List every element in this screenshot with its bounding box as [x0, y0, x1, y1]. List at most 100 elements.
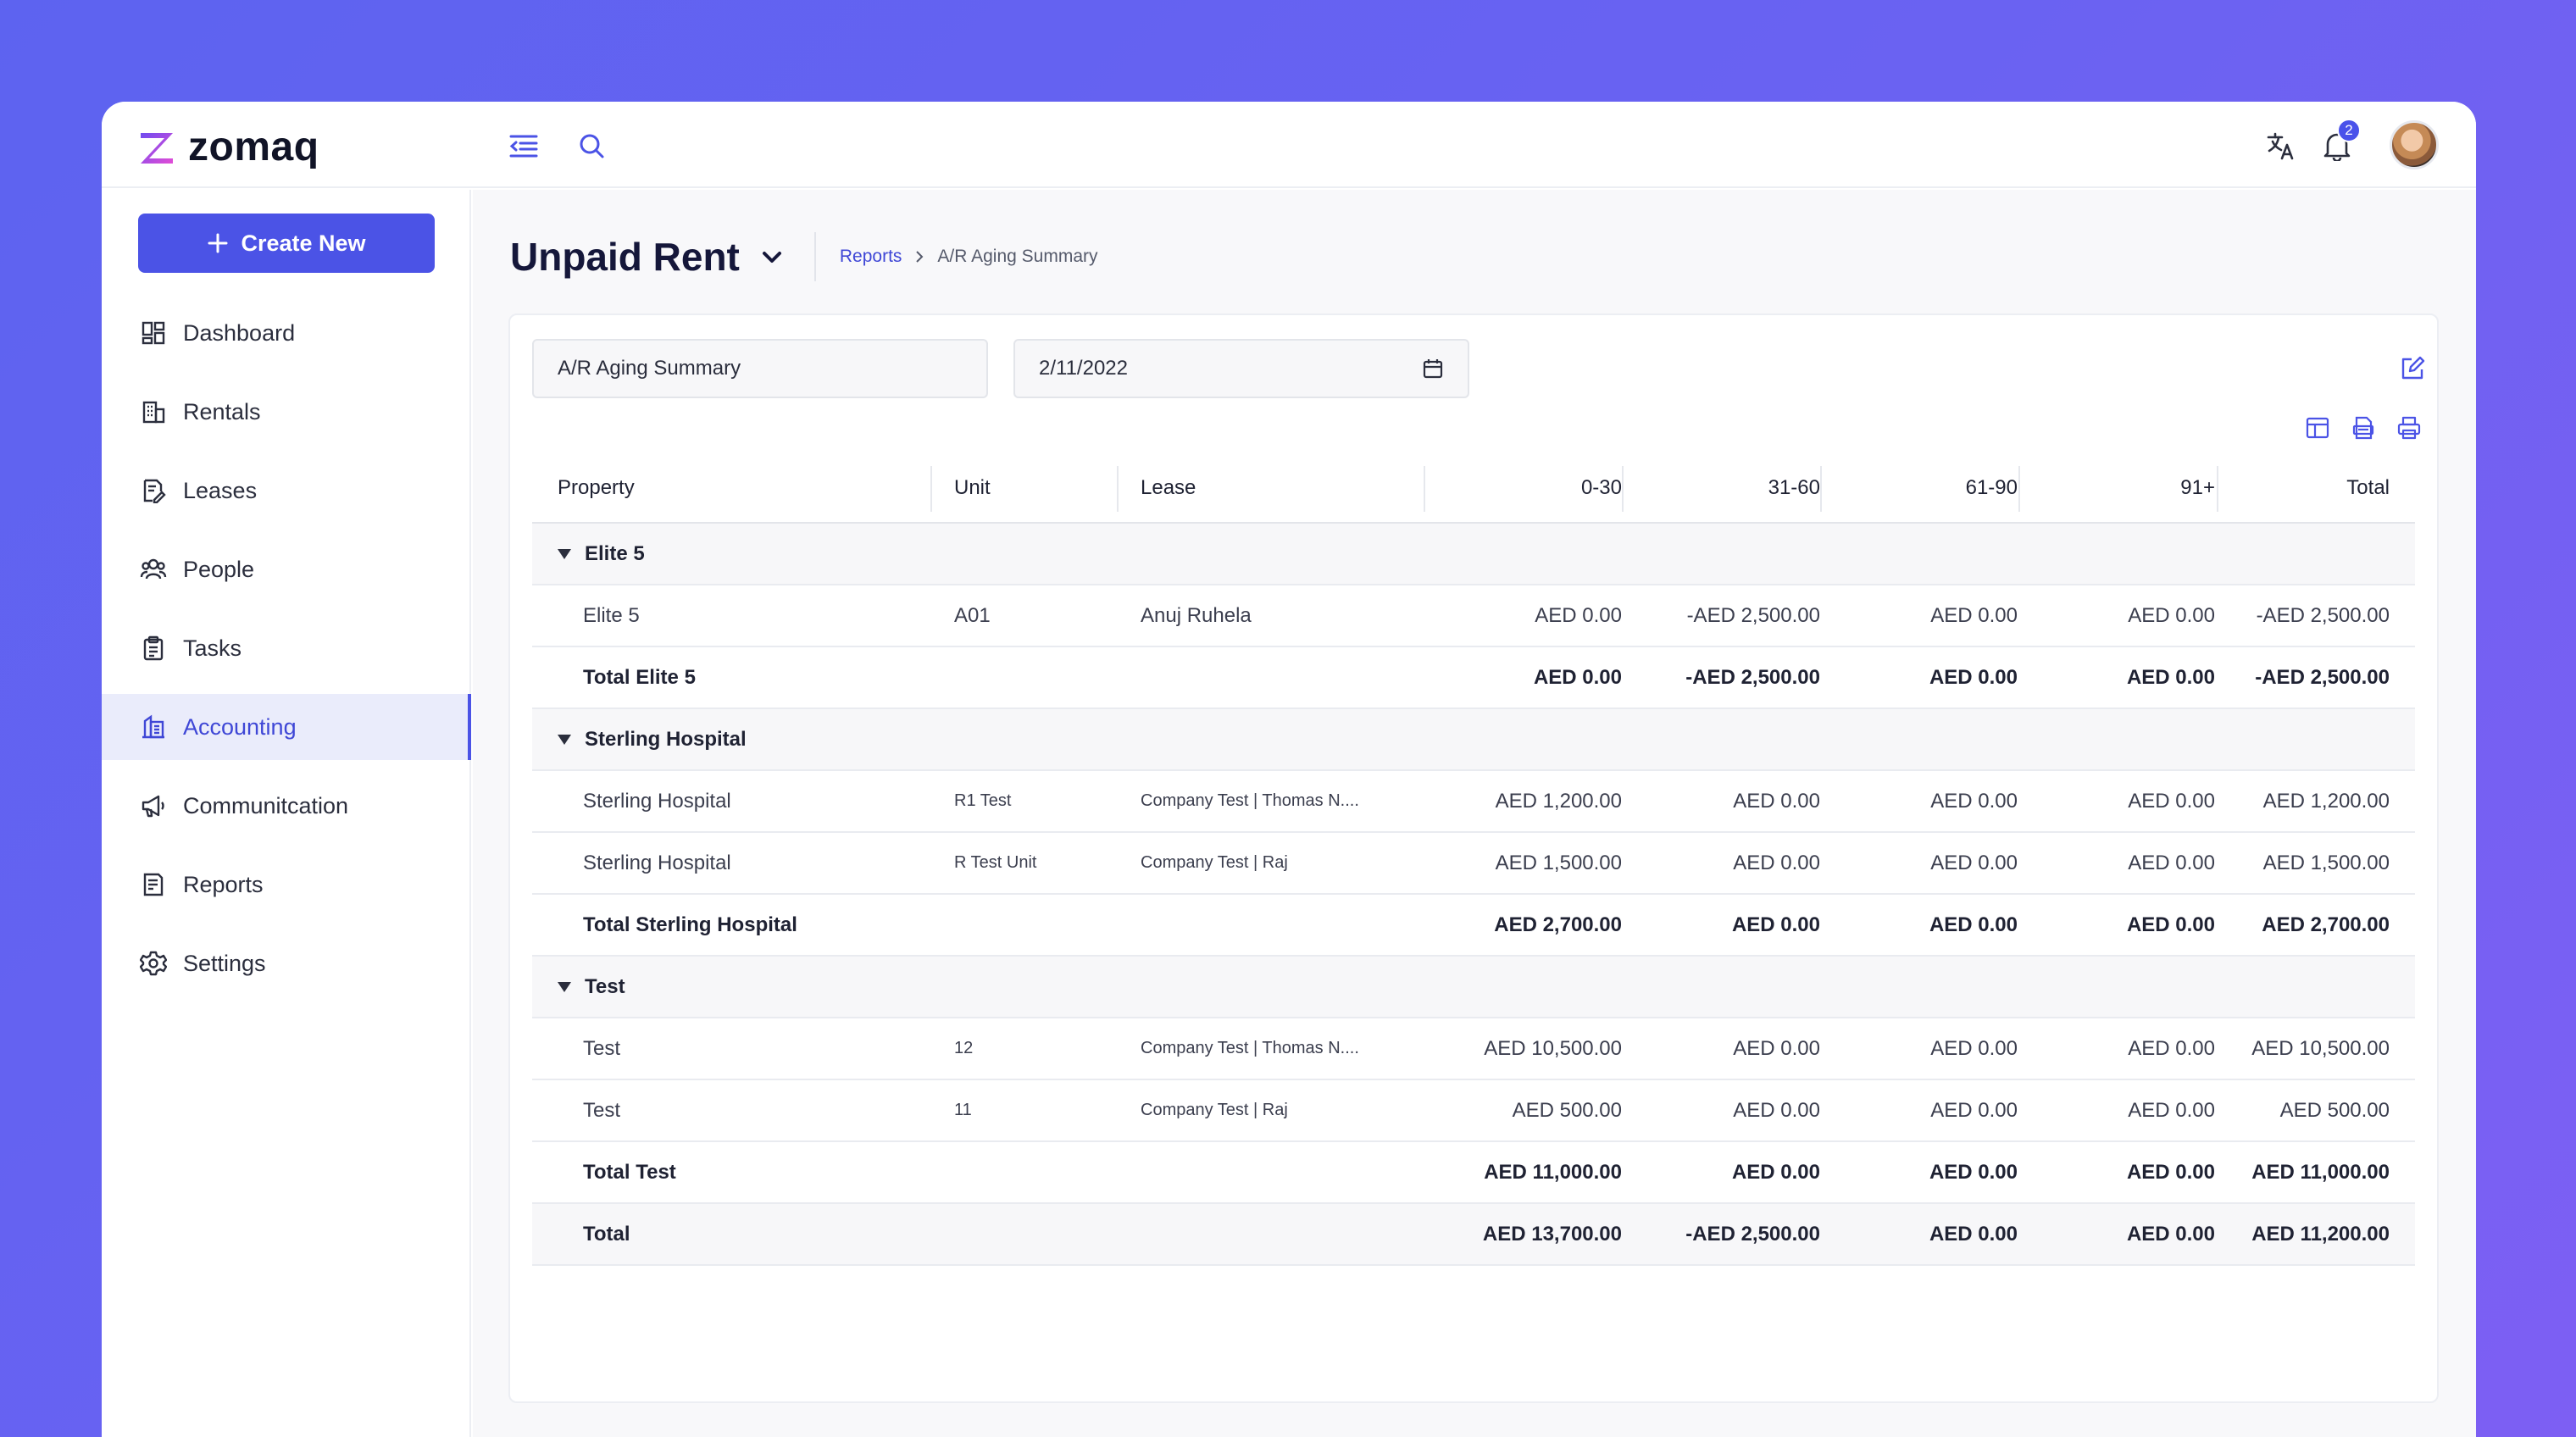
- avatar[interactable]: [2390, 120, 2439, 169]
- building-icon: [139, 397, 168, 426]
- app-window: zomaq 2 Create New Dashboard Rentals Lea…: [102, 102, 2476, 1437]
- cell-0-30: AED 11,000.00: [1484, 1160, 1622, 1184]
- grand-total-row: Total AED 13,700.00 -AED 2,500.00 AED 0.…: [532, 1204, 2415, 1266]
- cell-lease: Company Test | Raj: [1141, 1101, 1288, 1119]
- group-row[interactable]: Elite 5: [532, 524, 2415, 585]
- column-divider: [930, 466, 932, 512]
- cell-91-plus: AED 0.00: [2128, 603, 2215, 627]
- group-row[interactable]: Test: [532, 957, 2415, 1018]
- cell-0-30: AED 10,500.00: [1484, 1036, 1622, 1060]
- breadcrumb-current: A/R Aging Summary: [937, 247, 1098, 266]
- print-icon[interactable]: [2395, 413, 2423, 442]
- group-name: Test: [585, 974, 625, 998]
- sidebar-item-reports[interactable]: Reports: [102, 852, 471, 918]
- group-row[interactable]: Sterling Hospital: [532, 709, 2415, 771]
- cell-unit: R1 Test: [954, 791, 1012, 810]
- sidebar-item-label: People: [183, 556, 255, 582]
- cell-31-60: -AED 2,500.00: [1686, 603, 1820, 627]
- column-header-unit[interactable]: Unit: [954, 454, 1115, 522]
- report-icon: [139, 870, 168, 899]
- edit-icon[interactable]: [2398, 354, 2427, 383]
- column-divider: [1622, 466, 1624, 512]
- create-new-button[interactable]: Create New: [138, 214, 435, 273]
- search-icon[interactable]: [573, 127, 610, 164]
- sidebar-item-dashboard[interactable]: Dashboard: [102, 300, 471, 366]
- sidebar-item-label: Rentals: [183, 398, 261, 424]
- chevron-right-icon: [916, 251, 924, 263]
- sidebar-item-leases[interactable]: Leases: [102, 458, 471, 524]
- column-header-91-plus[interactable]: 91+: [2024, 454, 2215, 522]
- cell-91-plus: AED 0.00: [2126, 913, 2215, 936]
- collapse-menu-icon[interactable]: [505, 127, 542, 164]
- group-name: Elite 5: [585, 541, 645, 565]
- chevron-down-icon[interactable]: [758, 243, 786, 270]
- plus-icon: [208, 233, 228, 253]
- group-total-row: Total Elite 5 AED 0.00 -AED 2,500.00 AED…: [532, 647, 2415, 709]
- caret-down-icon[interactable]: [558, 734, 571, 745]
- notification-badge: 2: [2337, 119, 2361, 142]
- cell-91-plus: AED 0.00: [2126, 665, 2215, 689]
- cell-total: AED 11,000.00: [2251, 1160, 2390, 1184]
- cell-total: -AED 2,500.00: [2255, 665, 2390, 689]
- column-header-total[interactable]: Total: [2218, 454, 2390, 522]
- group-label-cell: Elite 5: [558, 524, 930, 584]
- export-csv-icon[interactable]: [2349, 413, 2378, 442]
- total-label: Total Elite 5: [583, 665, 696, 689]
- logo-text: zomaq: [188, 125, 319, 169]
- column-header-31-60[interactable]: 31-60: [1625, 454, 1820, 522]
- cell-61-90: AED 0.00: [1930, 789, 2018, 813]
- report-select-value: A/R Aging Summary: [558, 357, 741, 380]
- logo[interactable]: zomaq: [137, 124, 319, 170]
- cell-lease: Company Test | Raj: [1141, 853, 1288, 872]
- breadcrumb-reports-link[interactable]: Reports: [840, 247, 902, 267]
- sidebar-item-accounting[interactable]: Accounting: [102, 694, 471, 760]
- column-header-property[interactable]: Property: [558, 454, 930, 522]
- column-header-lease[interactable]: Lease: [1141, 454, 1395, 522]
- cell-31-60: -AED 2,500.00: [1685, 665, 1820, 689]
- cell-91-plus: AED 0.00: [2128, 789, 2215, 813]
- sidebar-item-settings[interactable]: Settings: [102, 930, 471, 996]
- calendar-icon[interactable]: [1422, 358, 1444, 380]
- total-label: Total Test: [583, 1160, 676, 1184]
- sidebar-item-label: Reports: [183, 871, 264, 897]
- page-header: Unpaid Rent Reports A/R Aging Summary: [510, 232, 1098, 281]
- cell-lease: Company Test | Thomas N....: [1141, 791, 1359, 810]
- column-header-0-30[interactable]: 0-30: [1405, 454, 1622, 522]
- cell-total: -AED 2,500.00: [2256, 603, 2390, 627]
- cell-unit: A01: [954, 603, 991, 627]
- aging-table: Property Unit Lease 0-30 31-60 61-90 91+…: [532, 454, 2415, 1266]
- dashboard-icon: [139, 319, 168, 347]
- sidebar: Create New Dashboard Rentals Leases Peop…: [102, 190, 471, 1437]
- group-total-row: Total Test AED 11,000.00 AED 0.00 AED 0.…: [532, 1142, 2415, 1204]
- translate-icon[interactable]: [2262, 127, 2300, 164]
- cell-property: Test: [583, 1036, 621, 1060]
- sidebar-item-label: Communitcation: [183, 792, 349, 818]
- sidebar-item-people[interactable]: People: [102, 536, 471, 602]
- cell-0-30: AED 2,700.00: [1494, 913, 1622, 936]
- caret-down-icon[interactable]: [558, 981, 571, 992]
- cell-total: AED 1,500.00: [2262, 851, 2390, 874]
- cell-61-90: AED 0.00: [1929, 1160, 2018, 1184]
- sidebar-item-label: Leases: [183, 477, 258, 503]
- cell-0-30: AED 1,200.00: [1495, 789, 1622, 813]
- cell-property: Test: [583, 1098, 621, 1122]
- report-select[interactable]: A/R Aging Summary: [532, 339, 988, 398]
- caret-down-icon[interactable]: [558, 548, 571, 559]
- page-title: Unpaid Rent: [510, 235, 740, 279]
- columns-layout-icon[interactable]: [2303, 413, 2332, 442]
- clipboard-icon: [139, 634, 168, 663]
- bell-icon[interactable]: 2: [2318, 119, 2361, 164]
- date-picker[interactable]: 2/11/2022: [1013, 339, 1469, 398]
- cell-property: Sterling Hospital: [583, 789, 731, 813]
- column-divider: [1820, 466, 1822, 512]
- sidebar-item-rentals[interactable]: Rentals: [102, 379, 471, 445]
- table-row: Sterling Hospital R Test Unit Company Te…: [532, 833, 2415, 895]
- top-bar: zomaq 2: [102, 102, 2476, 188]
- lease-icon: [139, 476, 168, 505]
- column-header-61-90[interactable]: 61-90: [1824, 454, 2018, 522]
- sidebar-item-tasks[interactable]: Tasks: [102, 615, 471, 681]
- cell-total: AED 2,700.00: [2262, 913, 2390, 936]
- table-row: Test 12 Company Test | Thomas N.... AED …: [532, 1018, 2415, 1080]
- sidebar-item-communication[interactable]: Communitcation: [102, 773, 471, 839]
- table-row: Test 11 Company Test | Raj AED 500.00 AE…: [532, 1080, 2415, 1142]
